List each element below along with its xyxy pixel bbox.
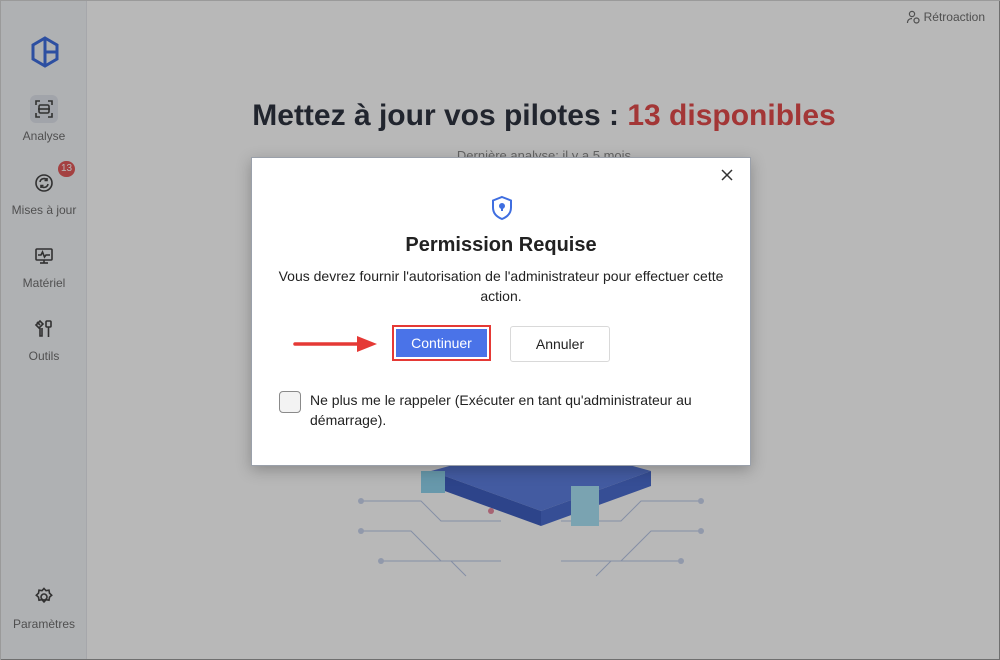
dont-remind-label[interactable]: Ne plus me le rappeler (Exécuter en tant… xyxy=(310,390,729,430)
arrow-annotation-icon xyxy=(293,336,377,352)
dialog-title: Permission Requise xyxy=(405,234,597,256)
dont-remind-checkbox[interactable] xyxy=(279,391,301,413)
close-icon[interactable] xyxy=(718,166,736,184)
continue-button[interactable]: Continuer xyxy=(392,325,491,361)
cancel-button[interactable]: Annuler xyxy=(510,326,610,362)
permission-dialog: Permission Requise Vous devrez fournir l… xyxy=(251,157,751,466)
dialog-message: Vous devrez fournir l'autorisation de l'… xyxy=(278,268,724,304)
dont-remind-option: Ne plus me le rappeler (Exécuter en tant… xyxy=(279,390,729,430)
shield-lock-icon xyxy=(492,195,512,221)
app-window: Analyse 13 Mises à jour Matériel Outils … xyxy=(0,0,1000,660)
